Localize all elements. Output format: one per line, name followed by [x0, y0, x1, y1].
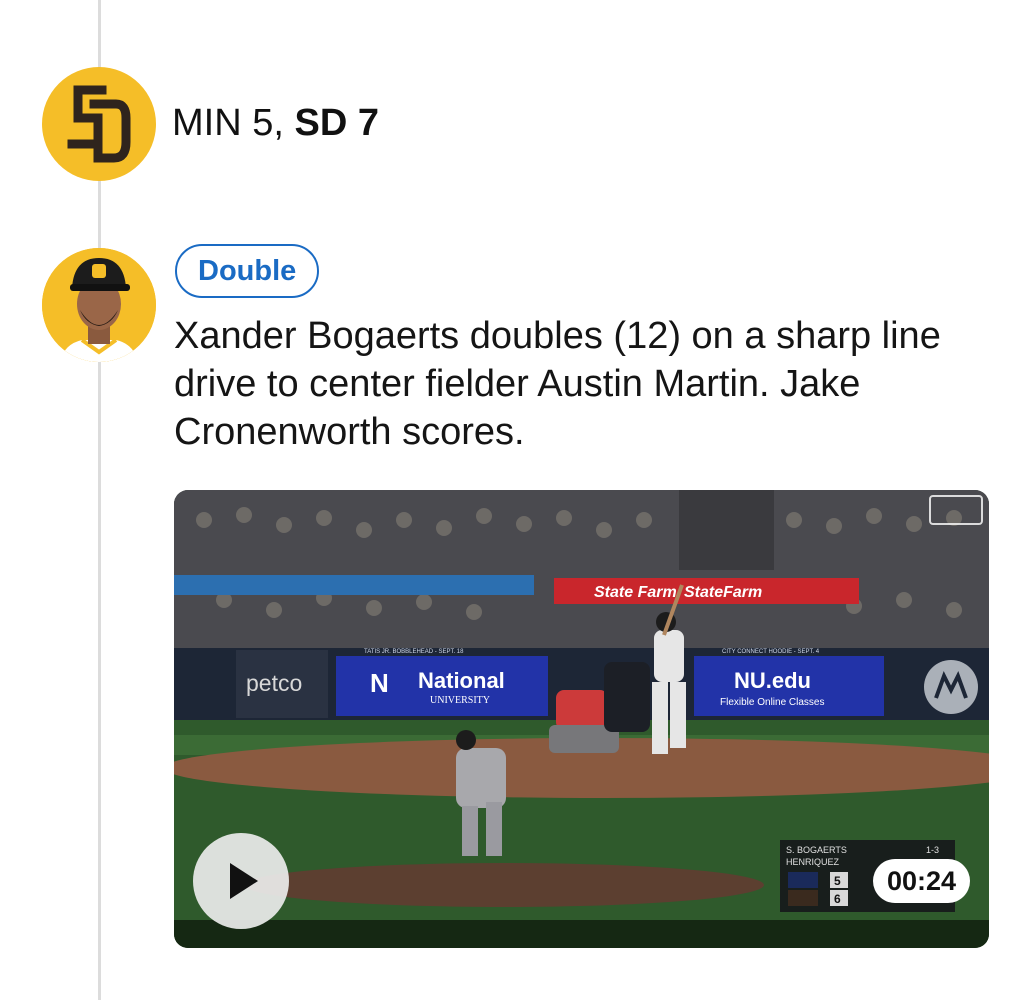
play-icon: [230, 863, 258, 899]
state-farm-sign: State Farm: [594, 584, 677, 601]
home-score: SD 7: [294, 102, 379, 144]
play-type-badge: Double: [175, 244, 320, 298]
video-thumbnail[interactable]: State Farm StateFarm petco N National UN…: [174, 490, 989, 948]
video-frame-image: State Farm StateFarm petco N National UN…: [174, 490, 989, 948]
play-description: Xander Bogaerts doubles (12) on a sharp …: [174, 315, 941, 453]
scorebug-home: 6: [834, 892, 841, 906]
svg-text:N: N: [370, 668, 389, 698]
away-score: MIN 5,: [172, 102, 284, 144]
scorebug-away: 5: [834, 874, 841, 888]
national-sub: UNIVERSITY: [430, 695, 490, 706]
national-sign: National: [418, 668, 505, 693]
play-button[interactable]: [193, 833, 289, 929]
scorebug-batter: S. BOGAERTS: [786, 845, 847, 855]
nu-sign: NU.edu: [734, 668, 811, 693]
scorebug-stat: 1-3: [926, 845, 939, 855]
scorebug-pitcher: HENRIQUEZ: [786, 857, 840, 867]
video-duration: 00:24: [873, 859, 971, 903]
team-logo-icon: [42, 67, 156, 181]
petco-sign: petco: [246, 670, 302, 696]
game-score: MIN 5, SD 7: [172, 100, 379, 146]
svg-text:StateFarm: StateFarm: [684, 584, 762, 601]
connect-promo: CITY CONNECT HOODIE - SEPT. 4: [722, 649, 820, 655]
nu-sub: Flexible Online Classes: [720, 697, 825, 708]
player-avatar: [42, 248, 156, 362]
tatis-promo: TATIS JR. BOBBLEHEAD - SEPT. 18: [364, 649, 464, 655]
